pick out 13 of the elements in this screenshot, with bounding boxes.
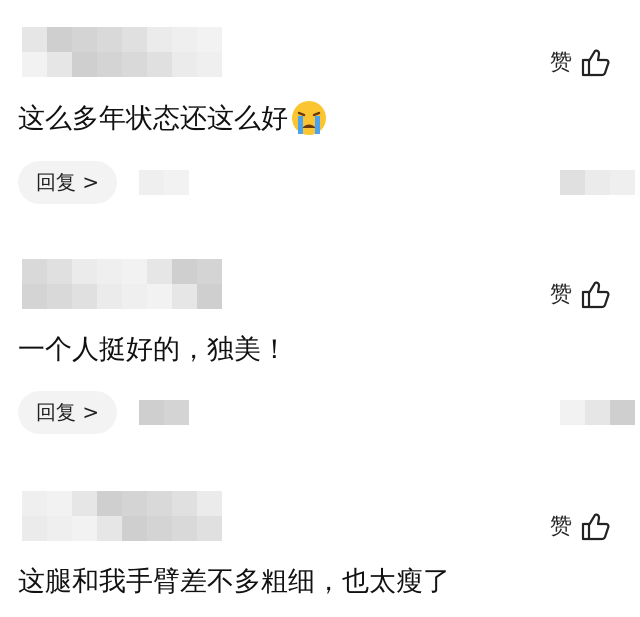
thumbs-up-icon[interactable] (580, 279, 610, 309)
like-label[interactable]: 赞 (550, 47, 572, 77)
like-label[interactable]: 赞 (550, 279, 572, 309)
comment-text: 这腿和我手臂差不多粗细，也太瘦了 (18, 565, 450, 599)
thumbs-up-icon[interactable] (580, 47, 610, 77)
comment-text: 一个人挺好的，独美！ (18, 333, 288, 367)
reply-button[interactable]: 回复 > (18, 391, 118, 434)
reply-button[interactable]: 回复 > (18, 161, 118, 204)
comment-text: 这么多年状态还这么好 (18, 102, 288, 136)
like-label[interactable]: 赞 (550, 511, 572, 541)
crying-face-icon (290, 99, 328, 137)
thumbs-up-icon[interactable] (580, 511, 610, 541)
mosaic-drawing (139, 400, 190, 425)
